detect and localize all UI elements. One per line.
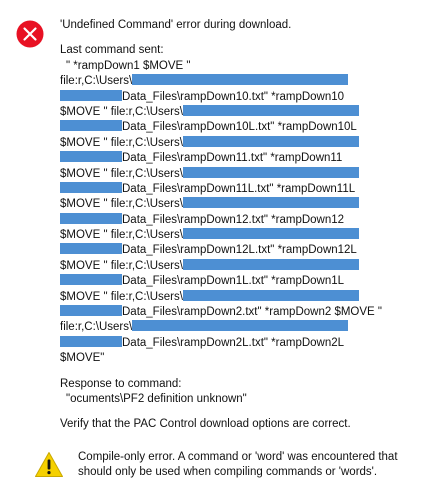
command-line: $MOVE " file:r,C:\Users\ (60, 104, 426, 120)
response-label: Response to command: (60, 377, 182, 390)
command-line: Data_Files\rampDown2.txt" *rampDown2 $MO… (60, 305, 426, 320)
warning-message: Compile-only error. A command or 'word' … (78, 451, 398, 479)
command-line: Data_Files\rampDown10.txt" *rampDown10 (60, 89, 426, 105)
command-line: file:r,C:\Users\ (60, 320, 426, 335)
redacted-path (60, 243, 122, 255)
command-line: Data_Files\rampDown11L.txt" *rampDown11L (60, 181, 426, 197)
command-line: " *rampDown1 $MOVE " (66, 59, 191, 72)
redacted-path (60, 120, 122, 132)
command-line: Data_Files\rampDown10L.txt" *rampDown10L (60, 120, 426, 135)
redacted-path (182, 135, 359, 147)
error-title: 'Undefined Command' error during downloa… (60, 19, 292, 31)
command-line: $MOVE " file:r,C:\Users\ (60, 228, 426, 243)
command-line: $MOVE " file:r,C:\Users\ (60, 166, 426, 182)
redacted-path (182, 258, 359, 270)
redacted-path (60, 335, 122, 347)
verify-text: Verify that the PAC Control download opt… (60, 418, 351, 431)
redacted-path (60, 151, 122, 163)
redacted-path (60, 305, 122, 317)
redacted-path (182, 289, 359, 301)
redacted-path (182, 166, 359, 178)
command-line: Data_Files\rampDown11.txt" *rampDown11 (60, 151, 426, 166)
redacted-path (132, 74, 349, 86)
command-line: file:r,C:\Users\ (60, 74, 426, 89)
redacted-path (132, 320, 349, 332)
error-x-icon (16, 20, 44, 48)
warning-triangle-icon (35, 452, 63, 477)
redacted-path (60, 89, 122, 101)
command-line: Data_Files\rampDown12L.txt" *rampDown12L (60, 243, 426, 258)
redacted-path (60, 181, 122, 193)
last-command-label: Last command sent: (60, 44, 164, 57)
command-line: Data_Files\rampDown12.txt" *rampDown12 (60, 212, 426, 228)
command-line: Data_Files\rampDown2L.txt" *rampDown2L (60, 335, 426, 351)
command-line: Data_Files\rampDown1L.txt" *rampDown1L (60, 274, 426, 289)
redacted-path (182, 104, 359, 116)
command-line: $MOVE " file:r,C:\Users\ (60, 135, 426, 151)
redacted-path (182, 228, 359, 240)
command-line: $MOVE " file:r,C:\Users\ (60, 258, 426, 274)
redacted-path (182, 197, 359, 209)
command-line: $MOVE " file:r,C:\Users\ (60, 197, 426, 212)
command-line: $MOVE" (60, 352, 105, 365)
redacted-path (60, 274, 122, 286)
response-value: "ocuments\PF2 definition unknown" (66, 393, 247, 405)
error-message: 'Undefined Command' error during downloa… (60, 18, 426, 433)
redacted-path (60, 212, 122, 224)
command-line: $MOVE " file:r,C:\Users\ (60, 289, 426, 305)
